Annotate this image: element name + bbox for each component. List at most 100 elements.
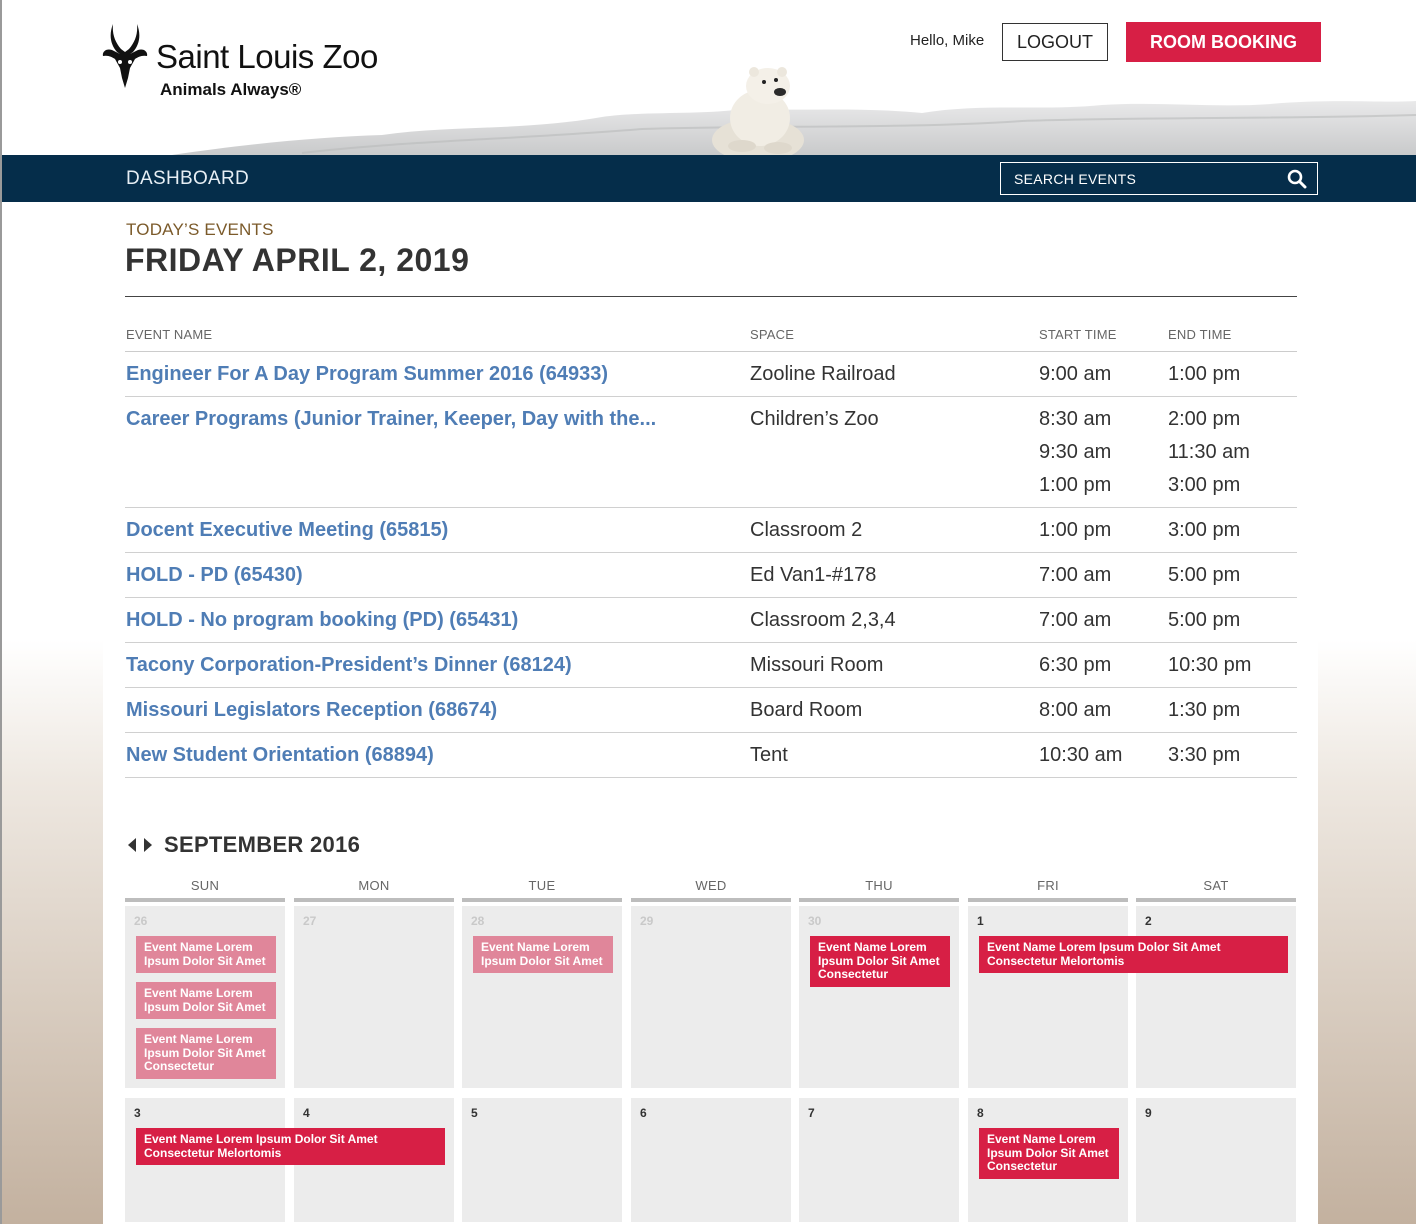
today-date-heading: FRIDAY APRIL 2, 2019 — [125, 242, 470, 278]
start-time: 1:00 pm — [1039, 474, 1112, 496]
calendar-day-cell[interactable]: 1 — [968, 906, 1128, 1088]
calendar-day-cell[interactable]: 6 — [631, 1098, 791, 1222]
calendar-event-chip[interactable]: Event Name Lorem Ipsum Dolor Sit Amet Co… — [136, 1028, 276, 1079]
start-time: 9:00 am — [1039, 363, 1112, 385]
event-name-cell: HOLD - No program booking (PD) (65431) — [125, 597, 749, 643]
room-booking-button[interactable]: ROOM BOOKING — [1126, 22, 1321, 62]
event-space-cell: Zooline Railroad — [749, 351, 1038, 397]
calendar-day-number: 4 — [303, 1106, 310, 1120]
search-events-box — [1000, 162, 1318, 195]
start-time: 6:30 pm — [1039, 654, 1112, 676]
event-start-time-cell: 10:30 am — [1038, 732, 1167, 778]
weekday-header: TUE — [462, 878, 622, 902]
event-row: Engineer For A Day Program Summer 2016 (… — [125, 351, 1297, 397]
calendar-weekday-header: SUN MON TUE WED THU FRI SAT — [125, 878, 1298, 902]
event-end-time-cell: 10:30 pm — [1167, 642, 1297, 688]
start-time: 10:30 am — [1039, 744, 1123, 766]
event-name-link[interactable]: HOLD - No program booking (PD) (65431) — [126, 609, 726, 632]
calendar-day-number: 3 — [134, 1106, 141, 1120]
event-name-link[interactable]: Engineer For A Day Program Summer 2016 (… — [126, 363, 726, 386]
event-row: New Student Orientation (68894) Tent 10:30… — [125, 732, 1297, 778]
calendar-event-chip[interactable]: Event Name Lorem Ipsum Dolor Sit Amet Co… — [979, 1128, 1119, 1179]
event-row: Career Programs (Junior Trainer, Keeper,… — [125, 396, 1297, 508]
calendar-day-number: 26 — [134, 914, 148, 928]
calendar-day-cell[interactable]: 7 — [799, 1098, 959, 1222]
heading-divider — [125, 296, 1297, 297]
event-space-cell: Tent — [749, 732, 1038, 778]
calendar-day-number: 2 — [1145, 914, 1152, 928]
event-name-cell: New Student Orientation (68894) — [125, 732, 749, 778]
todays-events-label: TODAY’S EVENTS — [126, 220, 274, 239]
event-start-time-cell: 1:00 pm — [1038, 507, 1167, 553]
calendar-event-chip[interactable]: Event Name Lorem Ipsum Dolor Sit Amet — [136, 936, 276, 973]
search-icon[interactable] — [1287, 169, 1307, 189]
nav-dashboard-link[interactable]: DASHBOARD — [126, 168, 249, 190]
event-end-time-cell: 5:00 pm — [1167, 552, 1297, 598]
event-name-link[interactable]: Docent Executive Meeting (65815) — [126, 519, 726, 542]
calendar-event-chip[interactable]: Event Name Lorem Ipsum Dolor Sit Amet — [136, 982, 276, 1019]
logout-button[interactable]: LOGOUT — [1002, 23, 1108, 61]
user-greeting: Hello, Mike — [910, 32, 985, 49]
next-month-arrow-icon[interactable] — [144, 838, 152, 852]
event-space-cell: Children’s Zoo — [749, 396, 1038, 508]
event-name-link[interactable]: Tacony Corporation-President’s Dinner (6… — [126, 654, 726, 677]
end-time: 10:30 pm — [1168, 654, 1252, 676]
calendar-day-cell[interactable]: 30 — [799, 906, 959, 1088]
event-row: HOLD - PD (65430) Ed Van1-#178 7:00 am 5:00… — [125, 552, 1297, 598]
calendar-header: SEPTEMBER 2016 — [128, 832, 360, 858]
weekday-header: SUN — [125, 878, 285, 902]
event-name-cell: Tacony Corporation-President’s Dinner (6… — [125, 642, 749, 688]
column-header-space: SPACE — [749, 318, 1038, 352]
event-start-time-cell: 8:30 am 9:30 am 1:00 pm — [1038, 396, 1167, 508]
event-space-cell: Board Room — [749, 687, 1038, 733]
end-time: 1:00 pm — [1168, 363, 1241, 385]
calendar-day-cell[interactable]: 28 — [462, 906, 622, 1088]
start-time: 9:30 am — [1039, 441, 1112, 463]
event-space-cell: Ed Van1-#178 — [749, 552, 1038, 598]
calendar-day-number: 9 — [1145, 1106, 1152, 1120]
event-end-time-cell: 2:00 pm 11:30 am 3:00 pm — [1167, 396, 1297, 508]
main-nav: DASHBOARD — [2, 155, 1416, 202]
start-time: 8:30 am — [1039, 408, 1112, 430]
end-time: 3:00 pm — [1168, 519, 1241, 541]
event-name-cell: Engineer For A Day Program Summer 2016 (… — [125, 351, 749, 397]
event-end-time-cell: 5:00 pm — [1167, 597, 1297, 643]
calendar-day-cell[interactable]: 2 — [1136, 906, 1296, 1088]
end-time: 5:00 pm — [1168, 564, 1241, 586]
end-time: 5:00 pm — [1168, 609, 1241, 631]
event-name-link[interactable]: HOLD - PD (65430) — [126, 564, 726, 587]
event-end-time-cell: 1:00 pm — [1167, 351, 1297, 397]
event-name-link[interactable]: Missouri Legislators Reception (68674) — [126, 699, 726, 722]
calendar-day-number: 6 — [640, 1106, 647, 1120]
event-start-time-cell: 8:00 am — [1038, 687, 1167, 733]
calendar-month-title: SEPTEMBER 2016 — [164, 832, 361, 857]
calendar-day-number: 1 — [977, 914, 984, 928]
start-time: 1:00 pm — [1039, 519, 1112, 541]
calendar-event-chip[interactable]: Event Name Lorem Ipsum Dolor Sit Amet — [473, 936, 613, 973]
zoo-logo[interactable]: Saint Louis Zoo Animals Always® — [100, 22, 400, 102]
event-name-cell: Docent Executive Meeting (65815) — [125, 507, 749, 553]
previous-month-arrow-icon[interactable] — [128, 838, 136, 852]
logo-tagline: Animals Always® — [160, 80, 302, 99]
event-space-cell: Classroom 2 — [749, 507, 1038, 553]
calendar-day-cell[interactable]: 27 — [294, 906, 454, 1088]
calendar-day-cell[interactable]: 29 — [631, 906, 791, 1088]
event-row: HOLD - No program booking (PD) (65431) Cl… — [125, 597, 1297, 643]
calendar-event-chip[interactable]: Event Name Lorem Ipsum Dolor Sit Amet Co… — [810, 936, 950, 987]
calendar-day-cell[interactable]: 9 — [1136, 1098, 1296, 1222]
calendar-event-chip[interactable]: Event Name Lorem Ipsum Dolor Sit Amet Co… — [136, 1128, 445, 1165]
calendar-day-cell[interactable]: 5 — [462, 1098, 622, 1222]
event-start-time-cell: 9:00 am — [1038, 351, 1167, 397]
calendar-event-chip[interactable]: Event Name Lorem Ipsum Dolor Sit Amet Co… — [979, 936, 1288, 973]
event-name-link[interactable]: Career Programs (Junior Trainer, Keeper,… — [126, 408, 726, 431]
event-row: Tacony Corporation-President’s Dinner (6… — [125, 642, 1297, 688]
weekday-header: THU — [799, 878, 959, 902]
event-end-time-cell: 3:30 pm — [1167, 732, 1297, 778]
weekday-header: FRI — [968, 878, 1128, 902]
event-row: Docent Executive Meeting (65815) Classroo… — [125, 507, 1297, 553]
event-name-link[interactable]: New Student Orientation (68894) — [126, 744, 726, 767]
search-events-input[interactable] — [1014, 170, 1287, 187]
dashboard-panel: TODAY’S EVENTS FRIDAY APRIL 2, 2019 EVEN… — [103, 202, 1318, 1224]
event-row: Missouri Legislators Reception (68674) Bo… — [125, 687, 1297, 733]
weekday-header: MON — [294, 878, 454, 902]
